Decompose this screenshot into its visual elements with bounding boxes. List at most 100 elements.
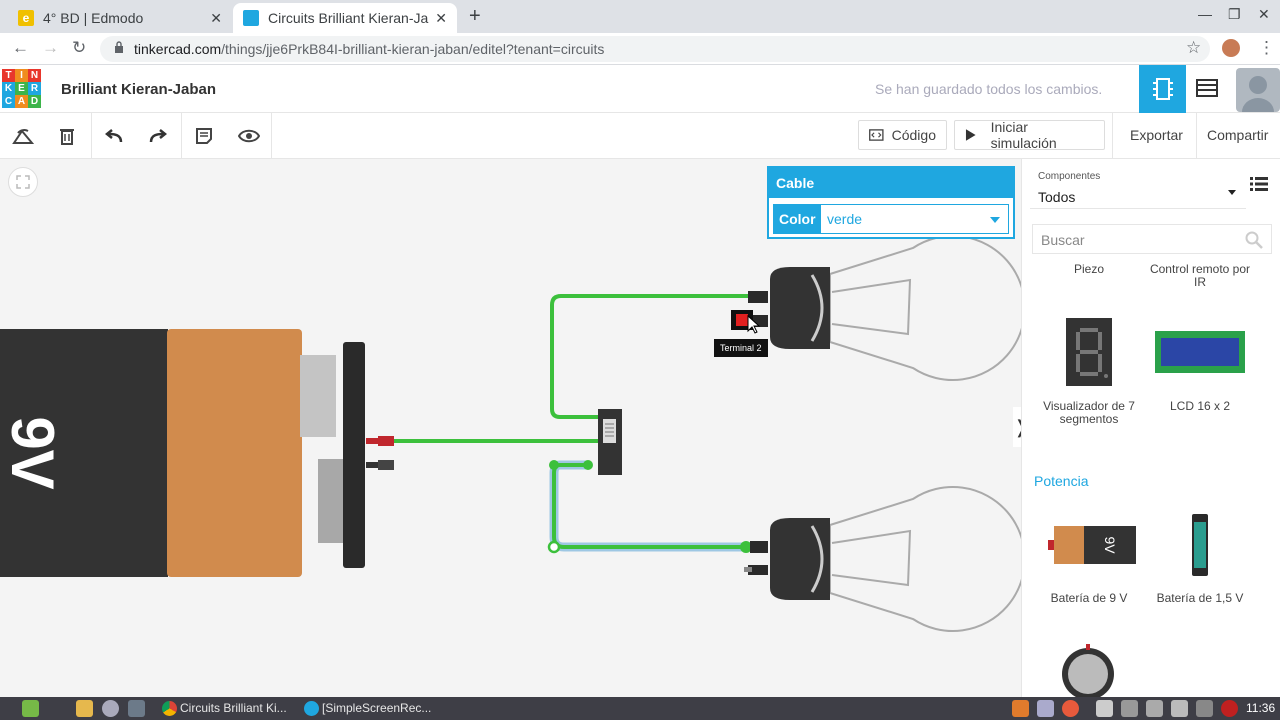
network-icon[interactable] [1146, 700, 1163, 717]
wire-bottom-lamp[interactable] [552, 463, 746, 549]
battery-9v[interactable]: 9V [0, 329, 365, 577]
component-battery-aa[interactable]: Batería de 1,5 V [1145, 592, 1255, 605]
url-text: tinkercad.com/things/jje6PrkB84I-brillia… [134, 41, 605, 57]
wire-handle[interactable] [583, 460, 593, 470]
app-header: T I N K E R C A D Brilliant Kieran-Jaban… [0, 65, 1280, 113]
delete-icon[interactable] [52, 121, 82, 151]
share-button[interactable]: Compartir [1197, 120, 1280, 150]
seven-segment-display-icon[interactable] [1066, 318, 1112, 386]
category-caption: Componentes [1038, 171, 1101, 182]
tinkercad-icon [243, 10, 259, 26]
tray-icon[interactable] [1037, 700, 1054, 717]
tab-edmodo[interactable]: e 4° BD | Edmodo ✕ [8, 3, 232, 33]
clock: 11:36 [1246, 701, 1276, 715]
redo-icon[interactable] [143, 121, 173, 151]
lcd-display-icon[interactable] [1155, 331, 1245, 373]
saved-status: Se han guardado todos los cambios. [875, 81, 1103, 97]
battery-label: 9V [0, 416, 66, 489]
code-button[interactable]: Código [858, 120, 947, 150]
component-ir-remote[interactable]: Control remoto por IR [1145, 263, 1255, 289]
start-simulation-button[interactable]: Iniciar simulación [954, 119, 1105, 151]
address-bar: ← → ↻ tinkercad.com/things/jje6PrkB84I-b… [0, 33, 1280, 65]
export-button[interactable]: Exportar [1120, 120, 1190, 150]
search-icon [1245, 231, 1263, 249]
tray-icon[interactable] [1012, 700, 1029, 717]
light-bulb-top[interactable] [748, 235, 1021, 381]
code-icon [869, 129, 884, 141]
undo-icon[interactable] [99, 121, 129, 151]
circuit-view-button[interactable] [1139, 65, 1186, 113]
list-view-icon[interactable] [1250, 177, 1268, 191]
tray-icon[interactable] [1171, 700, 1188, 717]
circuit-workplane[interactable]: 9V Terminal 2 Cable Color verde [0, 159, 1021, 697]
files-icon[interactable] [76, 700, 93, 717]
search-placeholder: Buscar [1041, 232, 1085, 248]
reload-icon[interactable]: ↻ [72, 38, 86, 58]
circuit-drawing: 9V [0, 235, 1021, 632]
components-panel: Componentes Todos Buscar Piezo Control r… [1021, 159, 1280, 697]
profile-avatar[interactable] [1222, 39, 1240, 57]
color-select[interactable]: Color verde [773, 204, 1009, 234]
component-seven-segment[interactable]: Visualizador de 7 segmentos [1034, 400, 1144, 426]
section-power: Potencia [1034, 473, 1089, 489]
visibility-icon[interactable] [234, 121, 264, 151]
svg-text:9V: 9V [1102, 536, 1118, 554]
tab-tinkercad[interactable]: Circuits Brilliant Kieran-Ja ✕ [233, 3, 457, 33]
url-field[interactable]: tinkercad.com/things/jje6PrkB84I-brillia… [100, 36, 1210, 62]
share-label: Compartir [1207, 127, 1269, 143]
component-category-select[interactable]: Componentes Todos [1030, 165, 1246, 209]
notes-icon[interactable] [189, 121, 219, 151]
settings-icon[interactable] [102, 700, 119, 717]
menu-dots-icon[interactable]: ⋮ [1258, 38, 1275, 58]
desktop-icon[interactable] [128, 700, 145, 717]
taskbar-chrome-item[interactable]: Circuits Brilliant Ki... [160, 699, 300, 718]
tray-icon[interactable] [1196, 700, 1213, 717]
taskbar-recorder-item[interactable]: [SimpleScreenRec... [302, 699, 442, 718]
battery-leads[interactable] [366, 436, 394, 470]
component-battery-9v[interactable]: Batería de 9 V [1034, 592, 1144, 605]
component-lcd[interactable]: LCD 16 x 2 [1145, 400, 1255, 413]
rotate-icon[interactable] [8, 121, 38, 151]
volume-icon[interactable] [1096, 700, 1113, 717]
wire-handle[interactable] [547, 540, 561, 554]
battery-9v-icon[interactable]: 9V [1044, 524, 1136, 566]
user-icon [1242, 76, 1274, 112]
category-value: Todos [1038, 189, 1076, 205]
component-search-input[interactable]: Buscar [1032, 224, 1272, 254]
start-menu-icon[interactable] [22, 700, 39, 717]
component-list-icon[interactable] [1196, 79, 1218, 97]
terminal-tooltip: Terminal 2 [714, 339, 768, 357]
toolbar-divider [181, 113, 182, 159]
simulate-label: Iniciar simulación [990, 119, 1057, 151]
tab-title: 4° BD | Edmodo [43, 10, 144, 26]
slide-switch[interactable] [598, 409, 622, 475]
user-avatar[interactable] [1236, 68, 1280, 112]
minimize-icon[interactable]: — [1198, 6, 1212, 22]
wire-handle[interactable] [549, 460, 559, 470]
light-bulb-bottom[interactable] [744, 486, 1021, 632]
toolbar-divider [271, 113, 272, 159]
close-window-icon[interactable]: ✕ [1258, 6, 1270, 23]
coin-battery-icon[interactable] [1060, 644, 1116, 697]
battery-aa-icon[interactable] [1189, 512, 1211, 578]
back-icon[interactable]: ← [12, 38, 29, 58]
recorder-icon [304, 701, 319, 716]
cable-inspector: Cable Color verde [767, 166, 1015, 239]
star-icon[interactable]: ☆ [1186, 38, 1201, 58]
tray-icon[interactable] [1121, 700, 1138, 717]
chevron-down-icon [1228, 190, 1236, 195]
color-value[interactable]: verde [821, 205, 1008, 233]
browser-tab-bar: e 4° BD | Edmodo ✕ Circuits Brilliant Ki… [0, 0, 1280, 33]
record-icon[interactable] [1221, 700, 1238, 717]
close-icon[interactable]: ✕ [210, 10, 222, 27]
project-title[interactable]: Brilliant Kieran-Jaban [61, 81, 216, 98]
tinkercad-logo[interactable]: T I N K E R C A D [2, 69, 42, 109]
export-label: Exportar [1130, 127, 1183, 143]
close-icon[interactable]: ✕ [435, 10, 447, 27]
wire-selected-outline [549, 460, 746, 552]
component-piezo[interactable]: Piezo [1034, 263, 1144, 276]
tray-icon[interactable] [1062, 700, 1079, 717]
forward-icon[interactable]: → [42, 38, 59, 58]
restore-icon[interactable]: ❐ [1228, 6, 1241, 23]
new-tab-button[interactable]: + [469, 5, 481, 28]
